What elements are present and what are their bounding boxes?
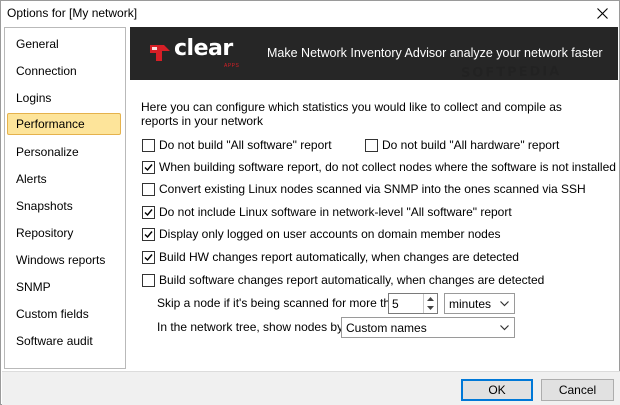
convert-linux-snmp-checkbox[interactable]: Convert existing Linux nodes scanned via… <box>142 182 586 196</box>
close-icon <box>596 7 608 19</box>
checkbox-box[interactable] <box>142 138 155 152</box>
sidebar-item-logins[interactable]: Logins <box>7 87 121 109</box>
sidebar-item-personalize[interactable]: Personalize <box>7 141 121 163</box>
dialog-footer: OK Cancel <box>2 371 620 405</box>
stepper-down-button[interactable] <box>424 303 437 312</box>
banner-tagline: Make Network Inventory Advisor analyze y… <box>267 46 603 60</box>
sidebar-item-performance[interactable]: Performance <box>7 113 121 135</box>
checkbox-box[interactable] <box>365 138 378 152</box>
checkbox-label: Do not build "All hardware" report <box>382 138 560 152</box>
checkbox-label: Do not build "All software" report <box>159 138 332 152</box>
checkbox-box[interactable] <box>142 205 155 219</box>
chevron-down-icon <box>427 305 434 310</box>
skip-minutes-value[interactable]: 5 <box>392 297 399 311</box>
tree-display-select[interactable]: Custom names <box>341 317 515 338</box>
title-bar: Options for [My network] <box>1 1 619 26</box>
sidebar-item-repository[interactable]: Repository <box>7 222 121 244</box>
sidebar-item-windows-reports[interactable]: Windows reports <box>7 249 121 271</box>
chevron-down-icon <box>500 301 509 307</box>
logo-wordmark: clear <box>174 36 233 61</box>
checkbox-label: Do not include Linux software in network… <box>159 205 512 219</box>
logo-mark-icon <box>150 45 170 61</box>
checkbox-label: Build HW changes report automatically, w… <box>159 250 519 264</box>
sw-changes-report-checkbox[interactable]: Build software changes report automatica… <box>142 273 544 287</box>
checkmark-icon <box>144 163 153 171</box>
checkbox-box[interactable] <box>142 227 155 241</box>
checkbox-box[interactable] <box>142 273 155 287</box>
sidebar-item-snapshots[interactable]: Snapshots <box>7 195 121 217</box>
checkmark-icon <box>144 253 153 261</box>
window-title: Options for [My network] <box>7 6 138 20</box>
sidebar-item-custom-fields[interactable]: Custom fields <box>7 303 121 325</box>
chevron-up-icon <box>427 296 434 301</box>
sidebar-item-general[interactable]: General <box>7 33 121 55</box>
logo-subtext: APPS <box>224 63 240 69</box>
sidebar-item-connection[interactable]: Connection <box>7 60 121 82</box>
clearapps-logo: clear APPS <box>148 36 258 69</box>
sidebar-item-alerts[interactable]: Alerts <box>7 168 121 190</box>
performance-panel: Here you can configure which statistics … <box>130 80 618 369</box>
chevron-down-icon <box>500 325 509 331</box>
checkbox-label: Build software changes report automatica… <box>159 273 545 287</box>
skip-minutes-stepper[interactable]: 5 <box>388 293 438 314</box>
checkbox-label: Display only logged on user accounts on … <box>159 227 501 241</box>
sidebar-item-software-audit[interactable]: Software audit <box>7 330 121 352</box>
stepper-buttons <box>423 294 437 313</box>
exclude-linux-software-checkbox[interactable]: Do not include Linux software in network… <box>142 205 512 219</box>
options-sidebar: General Connection Logins Performance Pe… <box>4 27 126 369</box>
checkmark-icon <box>144 230 153 238</box>
checkbox-label: When building software report, do not co… <box>159 160 616 174</box>
skip-node-label: Skip a node if it's being scanned for mo… <box>157 296 404 310</box>
no-all-software-checkbox[interactable]: Do not build "All software" report <box>142 138 332 152</box>
options-dialog: Options for [My network] General Connect… <box>0 0 620 405</box>
cancel-button[interactable]: Cancel <box>541 379 614 401</box>
ok-button[interactable]: OK <box>461 379 533 401</box>
checkmark-icon <box>144 208 153 216</box>
checkbox-label: Convert existing Linux nodes scanned via… <box>159 182 586 196</box>
skip-uninstalled-nodes-checkbox[interactable]: When building software report, do not co… <box>142 160 616 174</box>
header-banner: clear APPS Make Network Inventory Adviso… <box>130 27 618 80</box>
stepper-up-button[interactable] <box>424 294 437 303</box>
tree-display-label: In the network tree, show nodes by <box>157 320 344 334</box>
checkbox-box[interactable] <box>142 182 155 196</box>
no-all-hardware-checkbox[interactable]: Do not build "All hardware" report <box>365 138 559 152</box>
hw-changes-report-checkbox[interactable]: Build HW changes report automatically, w… <box>142 250 519 264</box>
checkbox-box[interactable] <box>142 160 155 174</box>
skip-unit-select[interactable]: minutes <box>444 293 515 314</box>
checkbox-box[interactable] <box>142 250 155 264</box>
sidebar-item-snmp[interactable]: SNMP <box>7 276 121 298</box>
close-button[interactable] <box>585 1 619 25</box>
intro-text: Here you can configure which statistics … <box>141 100 562 128</box>
skip-unit-value: minutes <box>449 297 492 311</box>
logged-on-accounts-checkbox[interactable]: Display only logged on user accounts on … <box>142 227 501 241</box>
tree-display-value: Custom names <box>346 321 427 335</box>
